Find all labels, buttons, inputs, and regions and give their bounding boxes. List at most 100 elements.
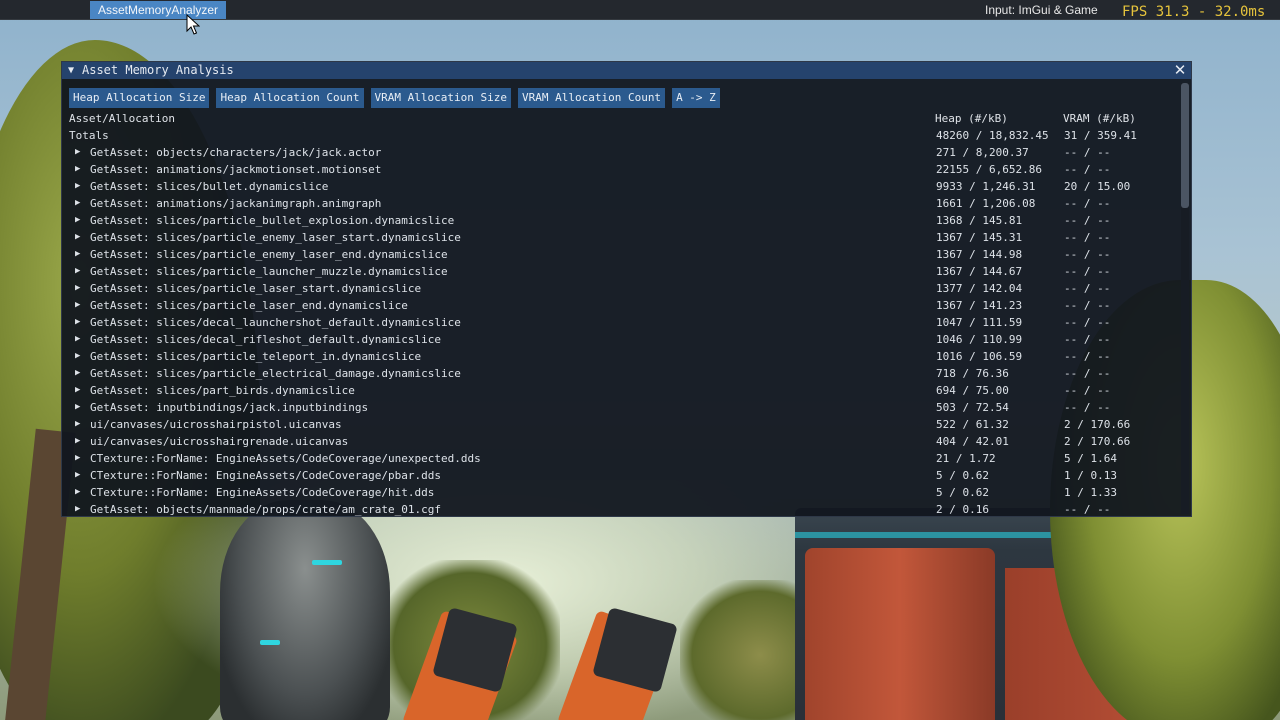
triangle-right-icon[interactable]: ▶: [75, 484, 80, 501]
close-icon[interactable]: ✕: [1172, 62, 1188, 79]
table-row[interactable]: ▶ GetAsset: slices/decal_rifleshot_defaul…: [62, 331, 1177, 348]
triangle-right-icon[interactable]: ▶: [75, 450, 80, 467]
sort-vram-count-button[interactable]: VRAM Allocation Count: [517, 88, 666, 108]
row-heap: 1016 / 106.59: [936, 350, 1023, 363]
row-name: GetAsset: slices/particle_enemy_laser_st…: [90, 231, 461, 244]
robot-character: [220, 500, 390, 720]
table-row[interactable]: ▶ GetAsset: animations/jackmotionset.moti…: [62, 161, 1177, 178]
row-name: CTexture::ForName: EngineAssets/CodeCove…: [90, 486, 435, 499]
window-title-bar[interactable]: ▼ Asset Memory Analysis ✕: [62, 62, 1191, 79]
table-row[interactable]: ▶ GetAsset: slices/part_birds.dynamicslic…: [62, 382, 1177, 399]
table-row[interactable]: ▶ GetAsset: inputbindings/jack.inputbindi…: [62, 399, 1177, 416]
table-row[interactable]: ▶ GetAsset: slices/particle_bullet_explos…: [62, 212, 1177, 229]
row-name: GetAsset: slices/particle_laser_end.dyna…: [90, 299, 408, 312]
column-headers: Asset/Allocation Heap (#/kB) VRAM (#/kB): [69, 110, 1179, 127]
row-vram: 5 / 1.64: [1064, 452, 1117, 465]
row-heap: 1367 / 144.67: [936, 265, 1023, 278]
row-heap: 718 / 76.36: [936, 367, 1009, 380]
row-name: GetAsset: slices/particle_bullet_explosi…: [90, 214, 455, 227]
triangle-right-icon[interactable]: ▶: [75, 416, 80, 433]
row-heap: 21 / 1.72: [936, 452, 996, 465]
table-row[interactable]: ▶ CTexture::ForName: EngineAssets/CodeCov…: [62, 450, 1177, 467]
triangle-right-icon[interactable]: ▶: [75, 348, 80, 365]
sort-heap-size-button[interactable]: Heap Allocation Size: [69, 88, 210, 108]
triangle-right-icon[interactable]: ▶: [75, 331, 80, 348]
table-row[interactable]: ▶ CTexture::ForName: EngineAssets/CodeCov…: [62, 484, 1177, 501]
row-name: GetAsset: slices/decal_rifleshot_default…: [90, 333, 441, 346]
triangle-right-icon[interactable]: ▶: [75, 263, 80, 280]
row-vram: -- / --: [1064, 384, 1111, 397]
row-name: GetAsset: objects/manmade/props/crate/am…: [90, 503, 441, 516]
triangle-right-icon[interactable]: ▶: [75, 399, 80, 416]
table-row[interactable]: ▶ GetAsset: objects/characters/jack/jack.…: [62, 144, 1177, 161]
table-row[interactable]: ▶ GetAsset: slices/particle_laser_end.dyn…: [62, 297, 1177, 314]
row-name: ui/canvases/uicrosshairgrenade.uicanvas: [90, 435, 349, 448]
table-row[interactable]: ▶ GetAsset: objects/manmade/props/crate/a…: [62, 501, 1177, 516]
fps-counter: FPS 31.3 - 32.0ms: [1122, 4, 1266, 20]
table-row[interactable]: ▶ GetAsset: slices/particle_enemy_laser_e…: [62, 246, 1177, 263]
row-vram: -- / --: [1064, 265, 1111, 278]
triangle-right-icon[interactable]: ▶: [75, 178, 80, 195]
row-heap: 1368 / 145.81: [936, 214, 1023, 227]
triangle-right-icon[interactable]: ▶: [75, 314, 80, 331]
triangle-right-icon[interactable]: ▶: [75, 467, 80, 484]
row-heap: 694 / 75.00: [936, 384, 1009, 397]
row-name: GetAsset: animations/jackmotionset.motio…: [90, 163, 382, 176]
triangle-right-icon[interactable]: ▶: [75, 195, 80, 212]
table-row[interactable]: ▶ GetAsset: slices/decal_launchershot_def…: [62, 314, 1177, 331]
triangle-right-icon[interactable]: ▶: [75, 297, 80, 314]
table-row[interactable]: ▶ GetAsset: slices/particle_electrical_da…: [62, 365, 1177, 382]
triangle-right-icon[interactable]: ▶: [75, 229, 80, 246]
row-heap: 5 / 0.62: [936, 486, 989, 499]
scrollbar-thumb[interactable]: [1181, 83, 1189, 208]
sort-vram-size-button[interactable]: VRAM Allocation Size: [370, 88, 511, 108]
table-row[interactable]: ▶ ui/canvases/uicrosshairgrenade.uicanvas…: [62, 433, 1177, 450]
row-vram: -- / --: [1064, 146, 1111, 159]
table-row[interactable]: ▶ GetAsset: slices/particle_enemy_laser_s…: [62, 229, 1177, 246]
row-vram: 31 / 359.41: [1064, 129, 1137, 142]
row-vram: -- / --: [1064, 214, 1111, 227]
table-row[interactable]: ▶ GetAsset: slices/particle_launcher_muzz…: [62, 263, 1177, 280]
row-heap: 1047 / 111.59: [936, 316, 1023, 329]
row-vram: -- / --: [1064, 231, 1111, 244]
table-row[interactable]: ▶ GetAsset: slices/bullet.dynamicslice 993…: [62, 178, 1177, 195]
sort-alphabetical-button[interactable]: A -> Z: [672, 88, 720, 108]
row-heap: 22155 / 6,652.86: [936, 163, 1042, 176]
menu-asset-memory-analyzer[interactable]: AssetMemoryAnalyzer: [90, 1, 227, 19]
sort-heap-count-button[interactable]: Heap Allocation Count: [216, 88, 364, 108]
triangle-right-icon[interactable]: ▶: [75, 501, 80, 516]
triangle-right-icon[interactable]: ▶: [75, 246, 80, 263]
table-row[interactable]: ▶ GetAsset: animations/jackanimgraph.anim…: [62, 195, 1177, 212]
vertical-scrollbar[interactable]: [1181, 83, 1189, 514]
row-name: GetAsset: slices/part_birds.dynamicslice: [90, 384, 355, 397]
row-name: GetAsset: slices/particle_electrical_dam…: [90, 367, 461, 380]
row-name: CTexture::ForName: EngineAssets/CodeCove…: [90, 469, 441, 482]
row-vram: -- / --: [1064, 248, 1111, 261]
triangle-right-icon[interactable]: ▶: [75, 433, 80, 450]
table-row[interactable]: ▶ GetAsset: slices/particle_laser_start.d…: [62, 280, 1177, 297]
triangle-right-icon[interactable]: ▶: [75, 161, 80, 178]
row-heap: 2 / 0.16: [936, 503, 989, 516]
row-heap: 1367 / 144.98: [936, 248, 1023, 261]
table-row[interactable]: ▶ ui/canvases/uicrosshairpistol.uicanvas 5…: [62, 416, 1177, 433]
row-name: GetAsset: inputbindings/jack.inputbindin…: [90, 401, 369, 414]
table-row[interactable]: ▶ GetAsset: slices/particle_teleport_in.d…: [62, 348, 1177, 365]
row-heap: 9933 / 1,246.31: [936, 180, 1036, 193]
row-name: ui/canvases/uicrosshairpistol.uicanvas: [90, 418, 342, 431]
row-heap: 5 / 0.62: [936, 469, 989, 482]
row-heap: 1661 / 1,206.08: [936, 197, 1036, 210]
row-heap: 1367 / 141.23: [936, 299, 1023, 312]
row-heap: 1377 / 142.04: [936, 282, 1023, 295]
row-heap: 271 / 8,200.37: [936, 146, 1029, 159]
row-name: GetAsset: slices/particle_laser_start.dy…: [90, 282, 422, 295]
triangle-right-icon[interactable]: ▶: [75, 280, 80, 297]
triangle-right-icon[interactable]: ▶: [75, 212, 80, 229]
triangle-right-icon[interactable]: ▶: [75, 365, 80, 382]
header-vram: VRAM (#/kB): [1063, 112, 1136, 125]
robot-light: [260, 640, 280, 645]
triangle-down-icon[interactable]: ▼: [68, 65, 74, 76]
table-row[interactable]: ▶ CTexture::ForName: EngineAssets/CodeCov…: [62, 467, 1177, 484]
triangle-right-icon[interactable]: ▶: [75, 144, 80, 161]
triangle-right-icon[interactable]: ▶: [75, 382, 80, 399]
row-vram: -- / --: [1064, 503, 1111, 516]
